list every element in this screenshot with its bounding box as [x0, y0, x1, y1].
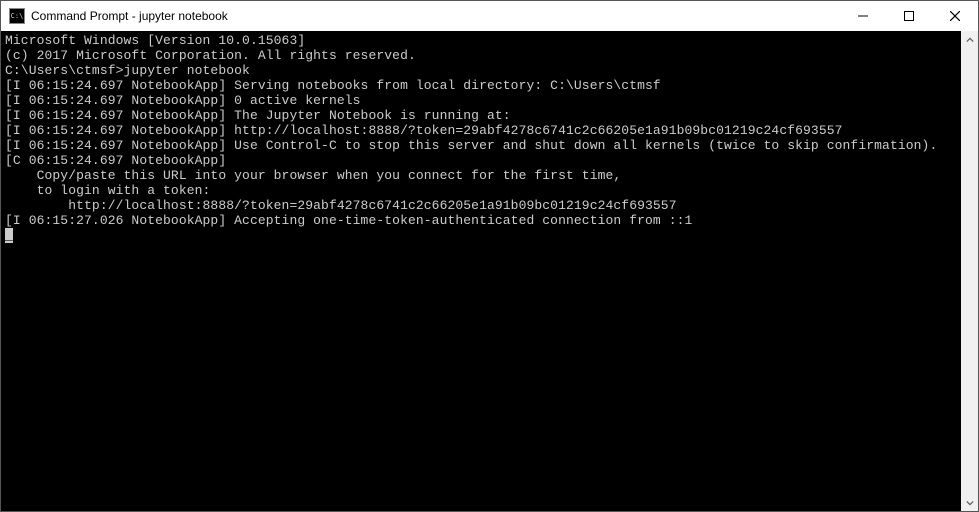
terminal-line: [I 06:15:24.697 NotebookApp] 0 active ke…	[5, 93, 959, 108]
terminal-line: http://localhost:8888/?token=29abf4278c6…	[5, 198, 959, 213]
close-button[interactable]	[932, 1, 978, 31]
terminal-line: [C 06:15:24.697 NotebookApp]	[5, 153, 959, 168]
chevron-up-icon	[966, 36, 974, 44]
terminal-line: C:\Users\ctmsf>jupyter notebook	[5, 63, 959, 78]
window-controls	[840, 1, 978, 31]
terminal-line: [I 06:15:24.697 NotebookApp] Use Control…	[5, 138, 959, 153]
terminal-line: [I 06:15:24.697 NotebookApp] Serving not…	[5, 78, 959, 93]
close-icon	[950, 11, 960, 21]
minimize-button[interactable]	[840, 1, 886, 31]
terminal-line: Copy/paste this URL into your browser wh…	[5, 168, 959, 183]
terminal[interactable]: Microsoft Windows [Version 10.0.15063](c…	[1, 31, 961, 511]
client-area: Microsoft Windows [Version 10.0.15063](c…	[1, 31, 978, 511]
window-title: Command Prompt - jupyter notebook	[31, 9, 840, 23]
terminal-line: [I 06:15:24.697 NotebookApp] The Jupyter…	[5, 108, 959, 123]
scroll-up-button[interactable]	[961, 31, 978, 48]
cmd-icon	[9, 8, 25, 24]
titlebar[interactable]: Command Prompt - jupyter notebook	[1, 1, 978, 31]
vertical-scrollbar[interactable]	[961, 31, 978, 511]
cursor: _	[5, 228, 13, 243]
maximize-icon	[904, 11, 914, 21]
terminal-line: [I 06:15:27.026 NotebookApp] Accepting o…	[5, 213, 959, 228]
maximize-button[interactable]	[886, 1, 932, 31]
scroll-track[interactable]	[961, 48, 978, 494]
terminal-line: (c) 2017 Microsoft Corporation. All righ…	[5, 48, 959, 63]
window: Command Prompt - jupyter notebook Micros…	[0, 0, 979, 512]
terminal-cursor-line: _	[5, 228, 959, 243]
terminal-line: Microsoft Windows [Version 10.0.15063]	[5, 33, 959, 48]
terminal-line: to login with a token:	[5, 183, 959, 198]
terminal-line: [I 06:15:24.697 NotebookApp] http://loca…	[5, 123, 959, 138]
minimize-icon	[858, 11, 868, 21]
chevron-down-icon	[966, 499, 974, 507]
scroll-down-button[interactable]	[961, 494, 978, 511]
